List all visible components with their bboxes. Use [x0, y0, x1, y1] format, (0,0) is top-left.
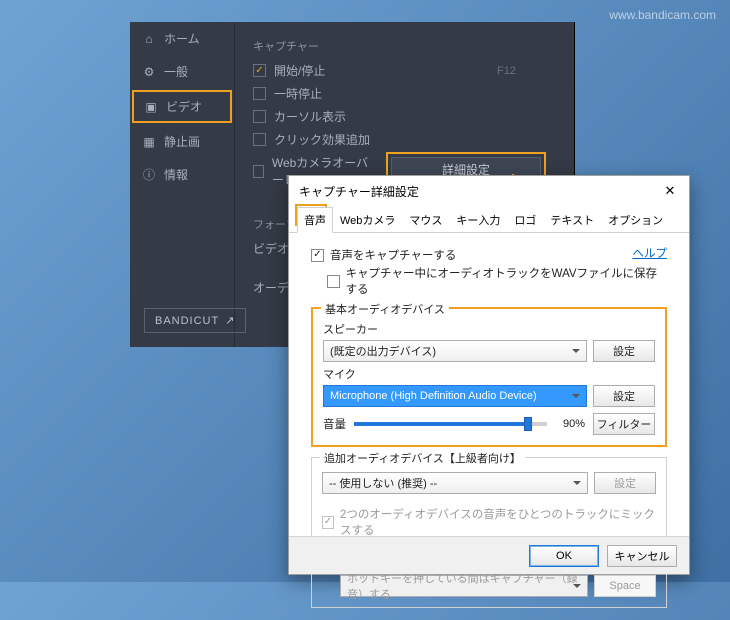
- checkbox-icon[interactable]: [327, 275, 340, 288]
- dialog-footer: OK キャンセル: [289, 536, 689, 574]
- home-icon: ⌂: [142, 32, 156, 46]
- mix-checkbox: 2つのオーディオデバイスの音声をひとつのトラックにミックスする: [322, 506, 656, 538]
- opt-record-toggle[interactable]: 開始/停止 F12: [253, 62, 556, 79]
- group-legend: 追加オーディオデバイス【上級者向け】: [320, 450, 525, 466]
- speaker-label: スピーカー: [323, 321, 655, 337]
- dropdown-value: -- 使用しない (推奨) --: [329, 475, 437, 491]
- save-wav-checkbox[interactable]: キャプチャー中にオーディオトラックをWAVファイルに保存する: [327, 265, 667, 297]
- extra-audio-group: 追加オーディオデバイス【上級者向け】 -- 使用しない (推奨) -- 設定 2…: [311, 457, 667, 608]
- opt-label: 開始/停止: [274, 62, 325, 79]
- tab-mouse[interactable]: マウス: [402, 207, 449, 233]
- sidebar-item-info[interactable]: ⓘ 情報: [130, 158, 234, 191]
- tab-audio[interactable]: 音声: [297, 207, 333, 233]
- sidebar-item-general[interactable]: ⚙ 一般: [130, 55, 234, 88]
- hotkey-mode-dropdown: ホットキーを押している間はキャプチャー（録音）する: [340, 575, 588, 597]
- volume-row: 音量 90% フィルター: [323, 413, 655, 435]
- help-link[interactable]: ヘルプ: [633, 245, 668, 261]
- ok-button[interactable]: OK: [529, 545, 599, 567]
- tab-option[interactable]: オプション: [601, 207, 670, 233]
- mic-settings-button[interactable]: 設定: [593, 385, 655, 407]
- tab-keyinput[interactable]: キー入力: [449, 207, 507, 233]
- cancel-button[interactable]: キャンセル: [607, 545, 677, 567]
- dropdown-value: Microphone (High Definition Audio Device…: [330, 390, 537, 402]
- close-button[interactable]: ✕: [661, 182, 679, 200]
- close-icon: ✕: [665, 183, 676, 199]
- checkbox-icon: [322, 516, 334, 529]
- mic-dropdown[interactable]: Microphone (High Definition Audio Device…: [323, 385, 587, 407]
- sidebar-item-label: ホーム: [164, 30, 200, 47]
- tab-text[interactable]: テキスト: [543, 207, 601, 233]
- volume-thumb[interactable]: [524, 417, 532, 431]
- opt-pause[interactable]: 一時停止: [253, 85, 556, 102]
- checkbox-icon[interactable]: [311, 249, 324, 262]
- capture-audio-checkbox[interactable]: 音声をキャプチャーする: [311, 247, 633, 263]
- opt-label: 一時停止: [274, 85, 322, 102]
- opt-cursor[interactable]: カーソル表示: [253, 108, 556, 125]
- checkbox-label: キャプチャー中にオーディオトラックをWAVファイルに保存する: [346, 265, 667, 297]
- dialog-tabs: 音声 Webカメラ マウス キー入力 ロゴ テキスト オプション: [289, 206, 689, 233]
- mic-label: マイク: [323, 366, 655, 382]
- video-icon: ▣: [144, 100, 158, 114]
- volume-value: 90%: [555, 418, 585, 430]
- basic-audio-group: 基本オーディオデバイス スピーカー (既定の出力デバイス) 設定 マイク Mic…: [311, 307, 667, 447]
- extra-device-dropdown[interactable]: -- 使用しない (推奨) --: [322, 472, 588, 494]
- image-icon: ▦: [142, 135, 156, 149]
- watermark: www.bandicam.com: [609, 8, 716, 22]
- external-link-icon: ↗: [225, 314, 235, 327]
- opt-click-effect[interactable]: クリック効果追加: [253, 131, 556, 148]
- opt-label: カーソル表示: [274, 108, 346, 125]
- sidebar-item-label: ビデオ: [166, 98, 202, 115]
- checkbox-label: 音声をキャプチャーする: [330, 247, 456, 263]
- tab-webcam[interactable]: Webカメラ: [333, 207, 402, 233]
- checkbox-icon[interactable]: [253, 87, 266, 100]
- gear-icon: ⚙: [142, 65, 156, 79]
- volume-label: 音量: [323, 416, 346, 432]
- sidebar-item-home[interactable]: ⌂ ホーム: [130, 22, 234, 55]
- sidebar-item-label: 一般: [164, 63, 188, 80]
- checkbox-icon[interactable]: [253, 165, 264, 178]
- hotkey-key-field: Space: [594, 575, 656, 597]
- checkbox-icon[interactable]: [253, 110, 266, 123]
- speaker-dropdown[interactable]: (既定の出力デバイス): [323, 340, 587, 362]
- speaker-settings-button[interactable]: 設定: [593, 340, 655, 362]
- dialog-title: キャプチャー詳細設定: [299, 183, 419, 200]
- extra-settings-button: 設定: [594, 472, 656, 494]
- opt-label: クリック効果追加: [274, 131, 370, 148]
- checkbox-label: 2つのオーディオデバイスの音声をひとつのトラックにミックスする: [340, 506, 656, 538]
- checkbox-icon[interactable]: [253, 64, 266, 77]
- sidebar-item-image[interactable]: ▦ 静止画: [130, 125, 234, 158]
- tab-logo[interactable]: ロゴ: [507, 207, 543, 233]
- volume-fill: [354, 422, 528, 426]
- volume-slider[interactable]: [354, 422, 547, 426]
- capture-advanced-dialog: キャプチャー詳細設定 ✕ 音声 Webカメラ マウス キー入力 ロゴ テキスト …: [288, 175, 690, 575]
- sidebar-item-label: 情報: [164, 166, 188, 183]
- checkbox-icon[interactable]: [253, 133, 266, 146]
- bandicut-link[interactable]: BANDICUT ↗: [144, 308, 246, 333]
- bandicut-label: BANDICUT: [155, 315, 219, 327]
- info-icon: ⓘ: [142, 168, 156, 182]
- dropdown-value: (既定の出力デバイス): [330, 343, 436, 359]
- dialog-titlebar: キャプチャー詳細設定 ✕: [289, 176, 689, 206]
- capture-section-title: キャプチャー: [253, 38, 556, 54]
- sidebar-item-label: 静止画: [164, 133, 200, 150]
- dropdown-value: ホットキーを押している間はキャプチャー（録音）する: [347, 570, 581, 602]
- sidebar: ⌂ ホーム ⚙ 一般 ▣ ビデオ ▦ 静止画 ⓘ 情報 BANDICUT ↗: [130, 22, 235, 347]
- sidebar-item-video[interactable]: ▣ ビデオ: [132, 90, 232, 123]
- group-legend: 基本オーディオデバイス: [321, 301, 449, 317]
- filter-button[interactable]: フィルター: [593, 413, 655, 435]
- hotkey-value: F12: [497, 65, 516, 77]
